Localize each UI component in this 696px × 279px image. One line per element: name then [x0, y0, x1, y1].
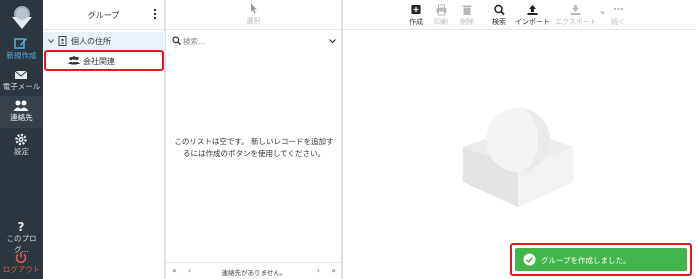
export-dropdown-icon[interactable] [600, 11, 605, 15]
print-button[interactable]: 印刷 [434, 4, 448, 27]
contacts-icon [13, 100, 29, 111]
import-button[interactable]: インポート [515, 4, 550, 27]
groups-title: グループ [87, 11, 120, 20]
app-logo[interactable] [9, 4, 35, 30]
svg-text:?: ? [18, 220, 25, 233]
more-label: 続く [611, 18, 625, 26]
printer-icon [436, 4, 446, 16]
nav-about[interactable]: ? このプログ... [0, 217, 43, 254]
nav-settings-label: 設定 [14, 147, 29, 156]
search-icon [172, 36, 181, 45]
envelope-icon [14, 70, 28, 79]
main-toolbar: 作成 印刷 削除 検索 インポート エクスポート 続く [343, 0, 696, 30]
nav-compose[interactable]: 新規作成 [0, 34, 43, 64]
nav-compose-label: 新規作成 [6, 51, 37, 60]
group-icon [68, 56, 80, 65]
nav-settings[interactable]: 設定 [0, 130, 43, 160]
check-circle-icon [523, 253, 536, 266]
toast-notification[interactable]: グループを作成しました。 [510, 243, 692, 276]
contacts-list-panel: 選択 検索... このリストは空です。 新しいレコードを追加するには作成のボタン… [166, 0, 342, 279]
groups-panel: グループ 個人の住所 会社関連 [43, 0, 165, 279]
chevron-down-icon[interactable] [48, 38, 54, 44]
group-item-company[interactable]: 会社関連 [44, 50, 164, 71]
select-label: 選択 [246, 17, 261, 25]
import-label: インポート [515, 18, 550, 26]
nav-logout-label: ログアウト [2, 265, 41, 274]
export-label: エクスポート [555, 18, 597, 26]
list-pagination: « ‹ 連絡先がありません。 › » [166, 262, 342, 279]
address-book-icon [58, 36, 67, 46]
toast-success-bar: グループを作成しました。 [515, 248, 687, 271]
upload-icon [527, 5, 538, 15]
search-field[interactable]: 検索... [166, 32, 342, 50]
create-button[interactable]: 作成 [409, 4, 423, 27]
nav-mail[interactable]: 電子メール [0, 65, 43, 95]
next-page-icon[interactable]: › [317, 266, 320, 275]
nav-mail-label: 電子メール [2, 82, 41, 91]
more-vertical-icon[interactable] [152, 8, 158, 20]
toast-message: グループを作成しました。 [541, 256, 631, 265]
power-icon [15, 252, 27, 264]
export-button[interactable]: エクスポート [555, 4, 597, 27]
list-toolbar: 選択 [166, 0, 341, 30]
empty-list-message: このリストは空です。 新しいレコードを追加するには作成のボタンを使用してください… [174, 137, 334, 158]
delete-label: 削除 [460, 18, 474, 26]
search-label: 検索 [492, 18, 506, 26]
group-item-label: 会社関連 [83, 57, 115, 66]
nav-contacts[interactable]: 連絡先 [0, 96, 43, 128]
group-item-label: 個人の住所 [71, 37, 111, 46]
more-button[interactable]: 続く [611, 4, 625, 27]
nav-logout[interactable]: ログアウト [0, 248, 43, 278]
search-icon [493, 4, 505, 16]
create-label: 作成 [409, 18, 423, 26]
print-label: 印刷 [434, 18, 448, 26]
empty-state-illustration [463, 108, 573, 207]
download-icon [570, 5, 581, 15]
chevron-down-icon[interactable] [329, 38, 336, 44]
plus-square-icon [411, 5, 421, 14]
cursor-icon [250, 3, 257, 14]
main-navigation: 新規作成 電子メール 連絡先 設定 ? このプログ... ログアウト [0, 0, 43, 279]
search-input[interactable]: 検索... [183, 36, 205, 47]
delete-button[interactable]: 削除 [460, 4, 474, 27]
more-horizontal-icon [613, 7, 623, 11]
search-button[interactable]: 検索 [492, 4, 506, 27]
select-button[interactable]: 選択 [166, 3, 341, 26]
contact-preview-panel: 作成 印刷 削除 検索 インポート エクスポート 続く [343, 0, 696, 279]
gear-icon [15, 133, 27, 146]
groups-header: グループ [43, 0, 164, 30]
nav-contacts-label: 連絡先 [10, 113, 33, 122]
question-icon: ? [18, 220, 25, 233]
list-count-text: 連絡先がありません。 [221, 269, 287, 277]
trash-icon [462, 5, 472, 15]
last-page-icon[interactable]: » [331, 266, 336, 275]
compose-icon [14, 38, 27, 49]
group-item-addressbook[interactable]: 個人の住所 [43, 32, 165, 50]
